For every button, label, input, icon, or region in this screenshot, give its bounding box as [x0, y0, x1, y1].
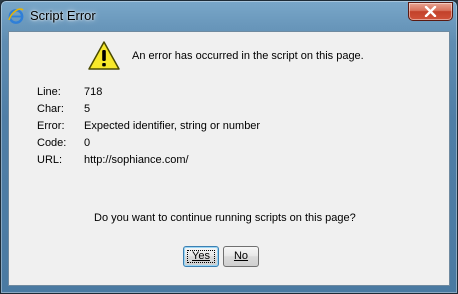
dialog-body: An error has occurred in the script on t… — [8, 31, 450, 286]
no-button[interactable]: No — [223, 246, 259, 267]
warning-icon — [87, 40, 121, 72]
yes-button-label: Yes — [192, 250, 210, 262]
detail-label: Char: — [37, 103, 64, 115]
detail-value: 5 — [84, 103, 91, 115]
detail-label: Line: — [37, 86, 61, 98]
detail-value: http://sophiance.com/ — [84, 154, 189, 166]
detail-value: Expected identifier, string or number — [84, 120, 261, 132]
yes-button[interactable]: Yes — [183, 246, 219, 267]
detail-label: URL: — [37, 154, 63, 166]
no-button-label: No — [233, 250, 249, 262]
close-button[interactable] — [408, 2, 453, 21]
detail-label: Code: — [37, 137, 67, 149]
detail-value: 0 — [84, 137, 91, 149]
error-message: An error has occurred in the script on t… — [132, 50, 364, 62]
detail-value: 718 — [84, 86, 103, 98]
detail-label: Error: — [37, 120, 65, 132]
script-error-window: Script Error An error has occurred in th… — [0, 0, 458, 294]
continue-question: Do you want to continue running scripts … — [94, 212, 356, 224]
window-title: Script Error — [30, 8, 96, 23]
close-icon — [424, 6, 437, 17]
internet-explorer-icon — [7, 7, 25, 25]
title-bar[interactable]: Script Error — [1, 1, 457, 31]
